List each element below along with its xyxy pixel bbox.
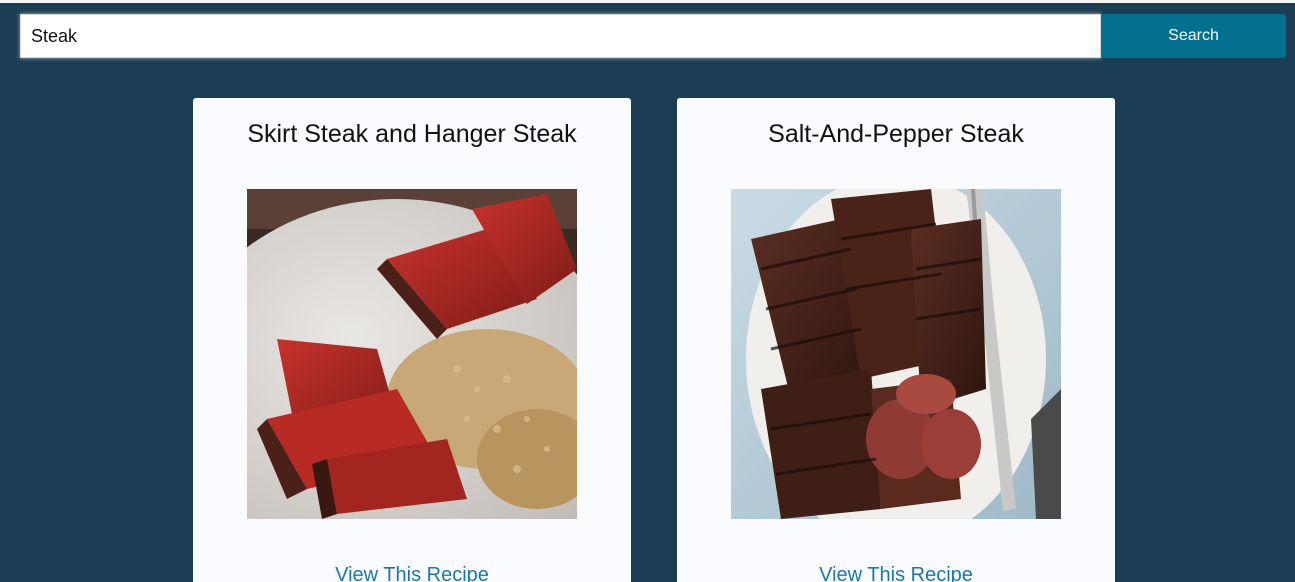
recipe-title: Salt-And-Pepper Steak [768,120,1024,148]
search-bar: Search [20,14,1286,58]
recipe-image[interactable] [731,189,1061,519]
view-recipe-link[interactable]: View This Recipe [193,564,631,582]
search-button[interactable]: Search [1101,14,1286,58]
top-border [0,0,1295,3]
recipe-image[interactable] [247,189,577,519]
recipe-card: Salt-And-Pepper Steak View This Recipe [677,98,1115,582]
recipe-card: Skirt Steak and Hanger Steak View This R… [193,98,631,582]
view-recipe-link[interactable]: View This Recipe [677,564,1115,582]
recipe-title: Skirt Steak and Hanger Steak [247,120,577,148]
search-input[interactable] [20,14,1101,58]
